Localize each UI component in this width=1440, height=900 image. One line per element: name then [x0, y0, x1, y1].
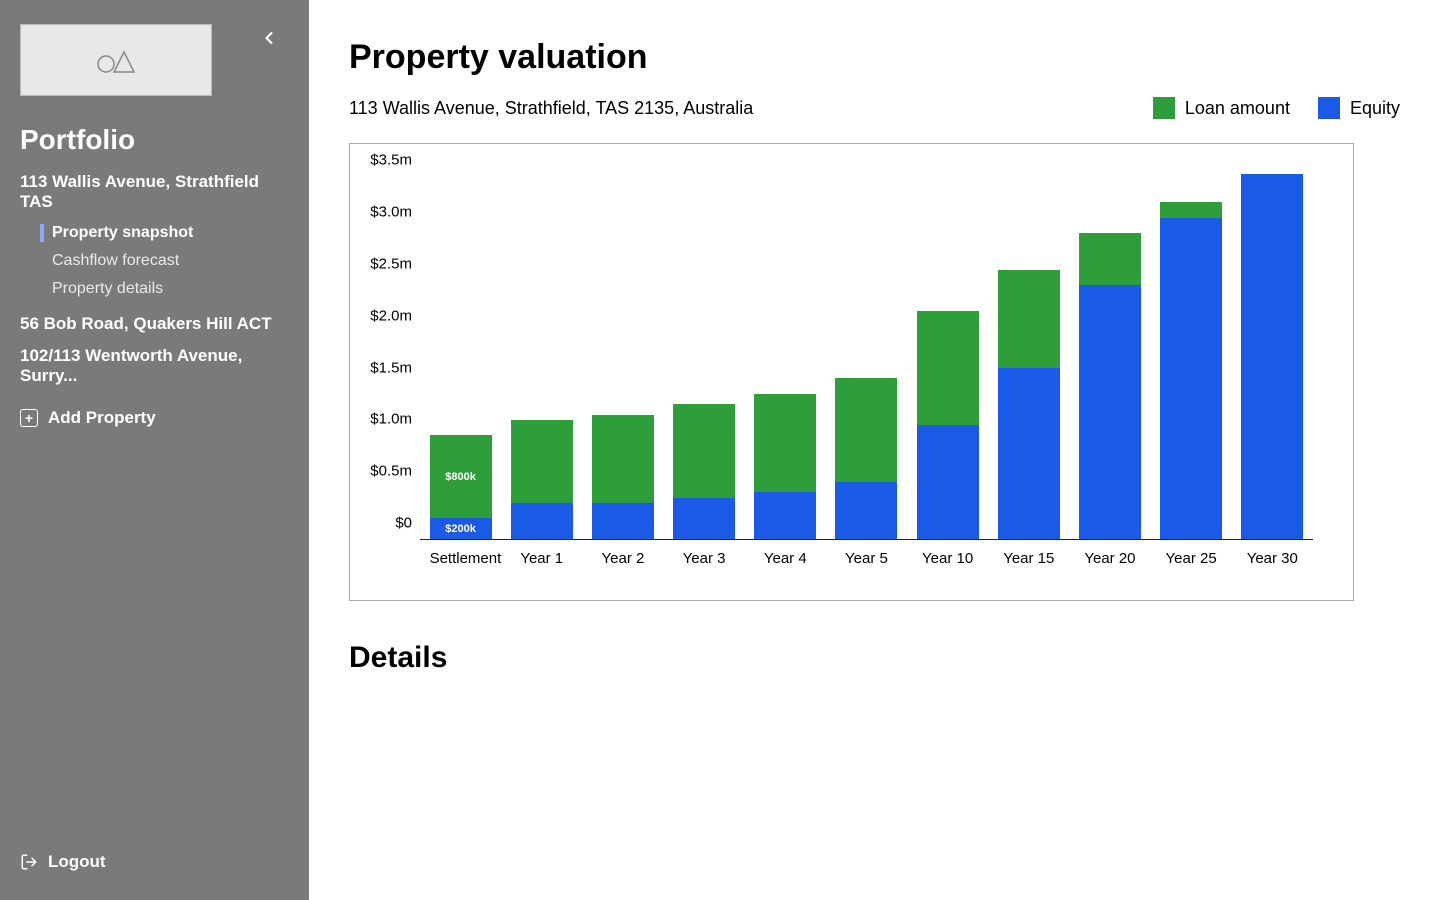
- bar-column: [998, 174, 1060, 539]
- bar-segment-equity: [673, 498, 735, 539]
- bar-segment-loan: [673, 404, 735, 497]
- logout-button[interactable]: Logout: [20, 852, 106, 872]
- bar-column: [1160, 174, 1222, 539]
- chart-y-axis: $0$0.5m$1.0m$1.5m$2.0m$2.5m$3.0m$3.5m: [350, 174, 420, 540]
- bar-column: [1079, 174, 1141, 539]
- bar-column: [917, 174, 979, 539]
- y-tick: $0.5m: [370, 463, 412, 480]
- bar-segment-loan: [1079, 233, 1141, 285]
- add-property-label: Add Property: [48, 408, 156, 428]
- sidebar-property-0[interactable]: 113 Wallis Avenue, Strathfield TAS: [20, 172, 289, 212]
- bar-segment-equity: [1079, 285, 1141, 539]
- bar-segment-equity: [917, 425, 979, 539]
- details-heading: Details: [349, 641, 1400, 675]
- add-property-button[interactable]: + Add Property: [20, 408, 289, 428]
- x-tick: Year 3: [673, 550, 735, 580]
- property-address: 113 Wallis Avenue, Strathfield, TAS 2135…: [349, 98, 753, 119]
- x-tick: Settlement: [430, 550, 492, 580]
- bar-column: [673, 174, 735, 539]
- bar-segment-equity: [835, 482, 897, 539]
- bar-segment-equity: [1160, 218, 1222, 539]
- bar-segment-loan: [754, 394, 816, 492]
- y-tick: $1.0m: [370, 411, 412, 428]
- main-content: Property valuation 113 Wallis Avenue, St…: [309, 0, 1440, 900]
- sidebar-property-2[interactable]: 102/113 Wentworth Avenue, Surry...: [20, 346, 289, 386]
- x-tick: Year 2: [592, 550, 654, 580]
- y-tick: $0: [395, 515, 412, 532]
- y-tick: $3.5m: [370, 152, 412, 169]
- logout-label: Logout: [48, 852, 106, 872]
- sidebar-subitem-cashflow[interactable]: Cashflow forecast: [40, 252, 289, 270]
- x-tick: Year 15: [998, 550, 1060, 580]
- legend-loan: Loan amount: [1153, 97, 1290, 119]
- legend-loan-swatch: [1153, 97, 1175, 119]
- bar-annotation-equity: $200k: [430, 523, 492, 535]
- sidebar-subitem-details[interactable]: Property details: [40, 280, 289, 298]
- app-logo: [20, 24, 212, 96]
- legend-equity-label: Equity: [1350, 98, 1400, 119]
- bar-column: [511, 174, 573, 539]
- bar-segment-equity: [1241, 174, 1303, 539]
- x-tick: Year 20: [1079, 550, 1141, 580]
- x-tick: Year 5: [835, 550, 897, 580]
- bar-column: [754, 174, 816, 539]
- bar-segment-loan: [592, 415, 654, 503]
- bar-segment-equity: [754, 492, 816, 539]
- bar-column: $800k $200k: [430, 174, 492, 539]
- bar-segment-loan: [917, 311, 979, 425]
- legend-loan-label: Loan amount: [1185, 98, 1290, 119]
- valuation-chart: $0 $0.5m $1.0m $1.5m $2.0m $2.5m $3.0m $3.5m $8…: [349, 143, 1354, 601]
- bar-segment-loan: [998, 270, 1060, 368]
- x-tick: Year 10: [917, 550, 979, 580]
- y-tick: $1.5m: [370, 359, 412, 376]
- x-tick: Year 30: [1241, 550, 1303, 580]
- chart-x-axis: Settlement Year 1 Year 2 Year 3 Year 4 Year 5…: [420, 550, 1313, 580]
- bar-column: [1241, 174, 1303, 539]
- y-tick: $3.0m: [370, 204, 412, 221]
- sidebar: Portfolio 113 Wallis Avenue, Strathfield…: [0, 0, 309, 900]
- bar-segment-loan: [835, 378, 897, 482]
- legend-equity: Equity: [1318, 97, 1400, 119]
- y-tick: $2.0m: [370, 307, 412, 324]
- x-tick: Year 25: [1160, 550, 1222, 580]
- chart-bars: $800k $200k: [420, 174, 1313, 539]
- sidebar-nav: 113 Wallis Avenue, Strathfield TAS Prope…: [20, 172, 289, 428]
- sidebar-subnav: Property snapshot Cashflow forecast Prop…: [40, 224, 289, 298]
- bar-column: [592, 174, 654, 539]
- legend-equity-swatch: [1318, 97, 1340, 119]
- bar-segment-equity: [592, 503, 654, 539]
- x-tick: Year 1: [511, 550, 573, 580]
- chart-legend: Loan amount Equity: [1153, 97, 1400, 119]
- bar-segment-equity: [511, 503, 573, 539]
- bar-column: [835, 174, 897, 539]
- logout-icon: [20, 853, 38, 871]
- bar-segment-loan: [1160, 202, 1222, 218]
- sidebar-section-title: Portfolio: [20, 124, 289, 156]
- y-tick: $2.5m: [370, 255, 412, 272]
- plus-icon: +: [20, 409, 38, 427]
- collapse-sidebar-button[interactable]: [259, 28, 279, 48]
- bar-annotation-loan: $800k: [430, 471, 492, 483]
- chart-plot: $800k $200k: [420, 174, 1313, 540]
- bar-segment-equity: [998, 368, 1060, 539]
- x-tick: Year 4: [754, 550, 816, 580]
- bar-segment-loan: [511, 420, 573, 503]
- sidebar-subitem-snapshot[interactable]: Property snapshot: [40, 224, 289, 242]
- page-title: Property valuation: [349, 38, 1400, 77]
- sidebar-property-1[interactable]: 56 Bob Road, Quakers Hill ACT: [20, 314, 289, 334]
